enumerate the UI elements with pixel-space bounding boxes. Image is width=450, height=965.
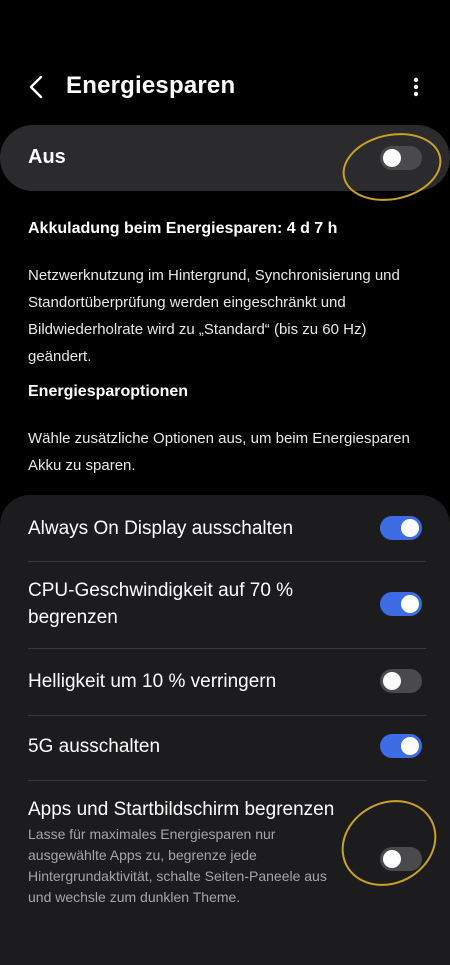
- page-title: Energiesparen: [66, 72, 236, 99]
- option-cpu-limit[interactable]: CPU-Geschwindigkeit auf 70 % begrenzen: [0, 562, 450, 648]
- option-toggle[interactable]: [380, 734, 422, 758]
- master-switch-label: Aus: [28, 146, 66, 168]
- option-limit-apps[interactable]: Apps und Startbildschirm begrenzen Lasse…: [0, 781, 450, 921]
- option-toggle[interactable]: [380, 847, 422, 871]
- options-description: Wähle zusätzliche Optionen aus, um beim …: [28, 430, 410, 474]
- option-toggle[interactable]: [380, 669, 422, 693]
- option-toggle[interactable]: [380, 592, 422, 616]
- back-arrow-icon[interactable]: [22, 72, 52, 102]
- options-heading: Energiesparoptionen: [28, 383, 189, 400]
- option-label: 5G ausschalten: [28, 736, 161, 757]
- option-always-on-display[interactable]: Always On Display ausschalten: [0, 495, 450, 561]
- option-toggle[interactable]: [380, 516, 422, 540]
- option-5g[interactable]: 5G ausschalten: [0, 716, 450, 780]
- options-card: Always On Display ausschalten CPU-Geschw…: [0, 495, 450, 965]
- option-label: Apps und Startbildschirm begrenzen: [28, 799, 335, 820]
- option-label: Helligkeit um 10 % verringern: [28, 671, 277, 692]
- battery-estimate-heading: Akkuladung beim Energiesparen: 4 d 7 h: [28, 220, 338, 237]
- option-brightness[interactable]: Helligkeit um 10 % verringern: [0, 649, 450, 715]
- option-label: CPU-Geschwindigkeit auf 70 % begrenzen: [28, 580, 294, 628]
- power-saving-master-switch[interactable]: Aus: [0, 125, 450, 191]
- option-sublabel: Lasse für maximales Energiesparen nur au…: [28, 826, 327, 905]
- power-saving-description: Netzwerknutzung im Hintergrund, Synchron…: [28, 267, 400, 365]
- more-vert-icon[interactable]: [406, 72, 426, 102]
- app-bar: Energiesparen: [0, 58, 450, 118]
- option-label: Always On Display ausschalten: [28, 518, 294, 539]
- master-toggle[interactable]: [380, 146, 422, 170]
